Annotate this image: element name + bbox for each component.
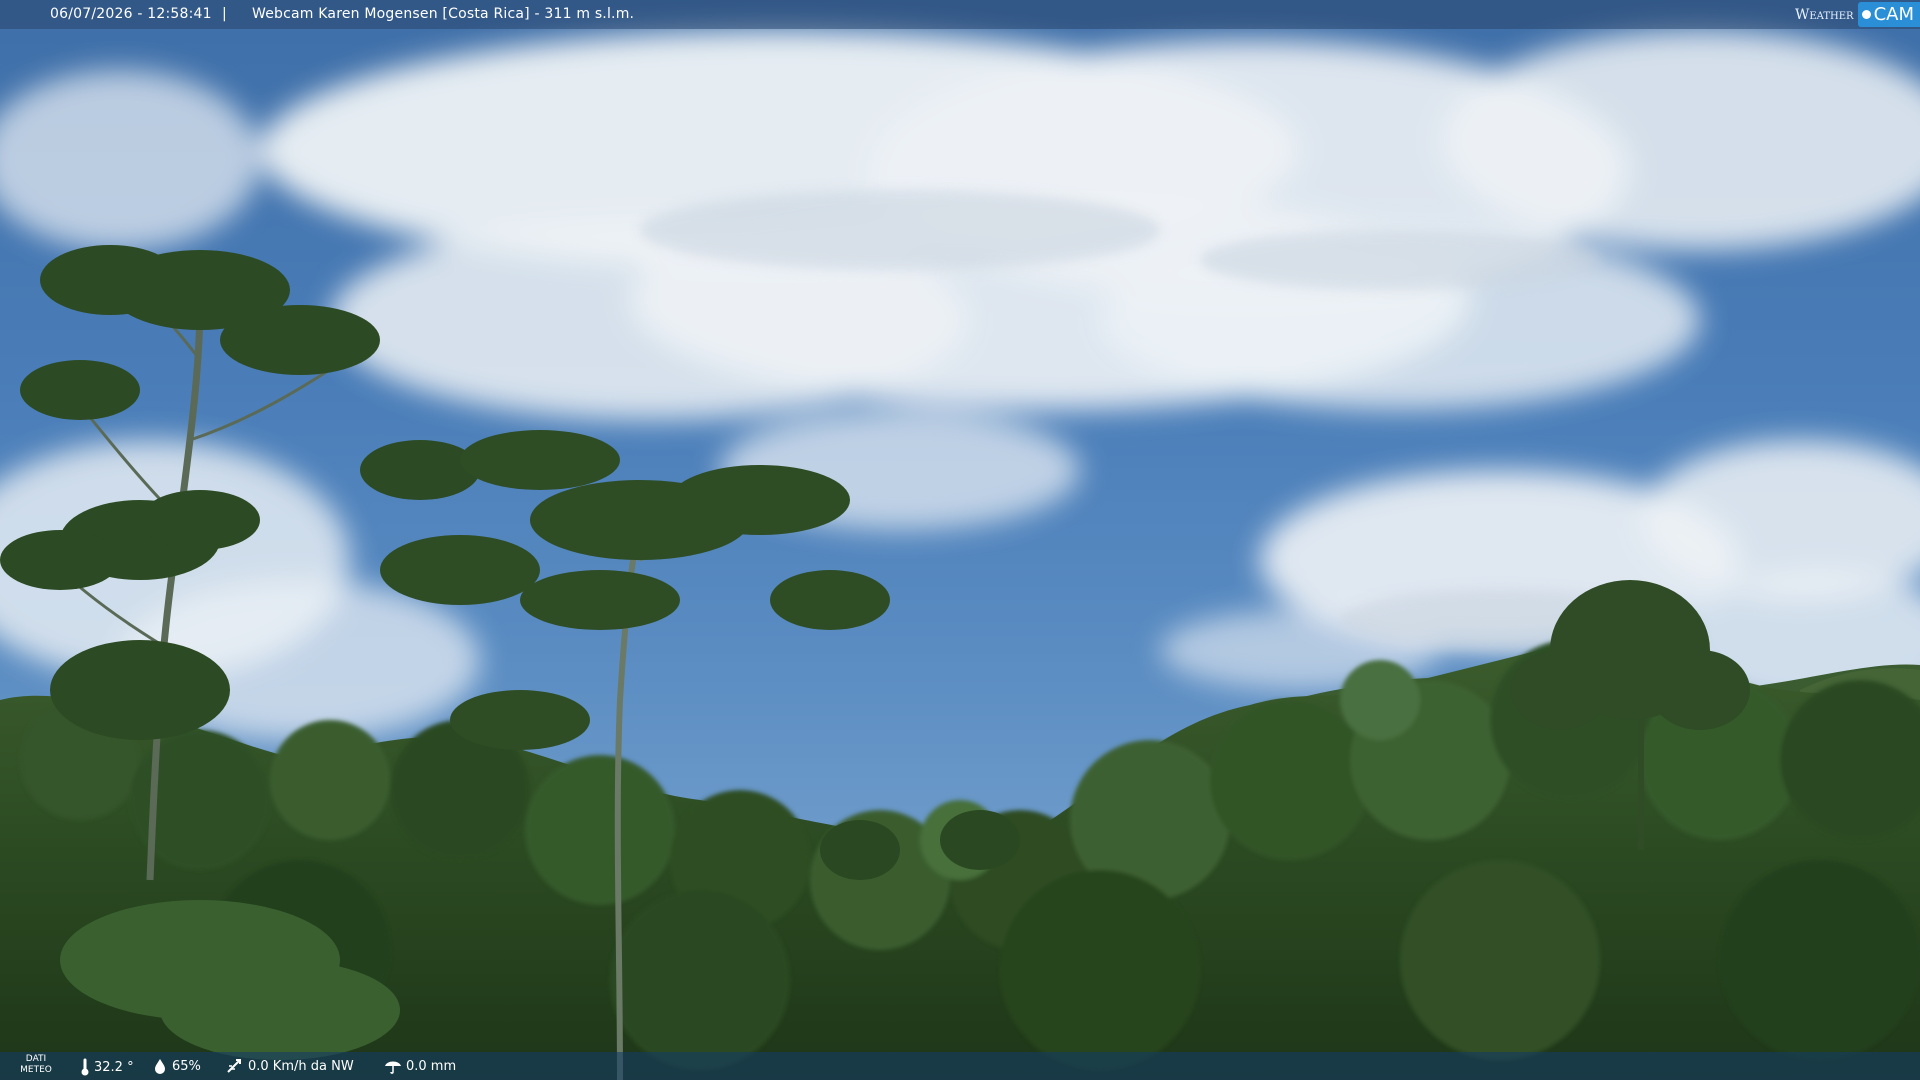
logo-weather-text: Weather <box>1794 6 1854 23</box>
weathercam-logo[interactable]: Weather CAM <box>1795 0 1920 29</box>
logo-lens-icon <box>1861 10 1871 19</box>
webcam-image <box>0 30 1920 1080</box>
droplet-icon <box>155 1059 165 1074</box>
timestamp: 06/07/2026 - 12:58:41 <box>50 6 212 22</box>
humidity-value: 65% <box>172 1058 201 1074</box>
webcam-title: Webcam Karen Mogensen [Costa Rica] - 311… <box>252 6 635 22</box>
thermometer-icon <box>81 1058 89 1076</box>
temperature-value: 32.2 ° <box>94 1059 134 1075</box>
dati-label-line2: METEO <box>20 1065 52 1075</box>
dati-meteo-label: DATI METEO <box>18 1054 54 1076</box>
umbrella-icon <box>385 1061 401 1074</box>
rain-value: 0.0 mm <box>406 1058 457 1074</box>
weather-data-bar: DATI METEO 32.2 ° 65% 0.0 Km/h da NW 0.0… <box>0 1052 1920 1080</box>
wind-icon <box>227 1059 241 1073</box>
humidity-readout: 65% <box>152 1058 201 1074</box>
rain-readout: 0.0 mm <box>384 1058 456 1074</box>
dati-label-line1: DATI <box>25 1054 47 1064</box>
webcam-frame: 06/07/2026 - 12:58:41 | Webcam Karen Mog… <box>0 0 1920 1080</box>
logo-cam-text: CAM <box>1873 4 1914 25</box>
temperature-readout: 32.2 ° <box>80 1058 134 1076</box>
logo-cam-badge: CAM <box>1857 2 1920 27</box>
wind-readout: 0.0 Km/h da NW <box>226 1058 354 1074</box>
top-info-bar: 06/07/2026 - 12:58:41 | Webcam Karen Mog… <box>0 0 1920 29</box>
separator: | <box>222 6 227 22</box>
wind-value: 0.0 Km/h da NW <box>248 1058 354 1074</box>
